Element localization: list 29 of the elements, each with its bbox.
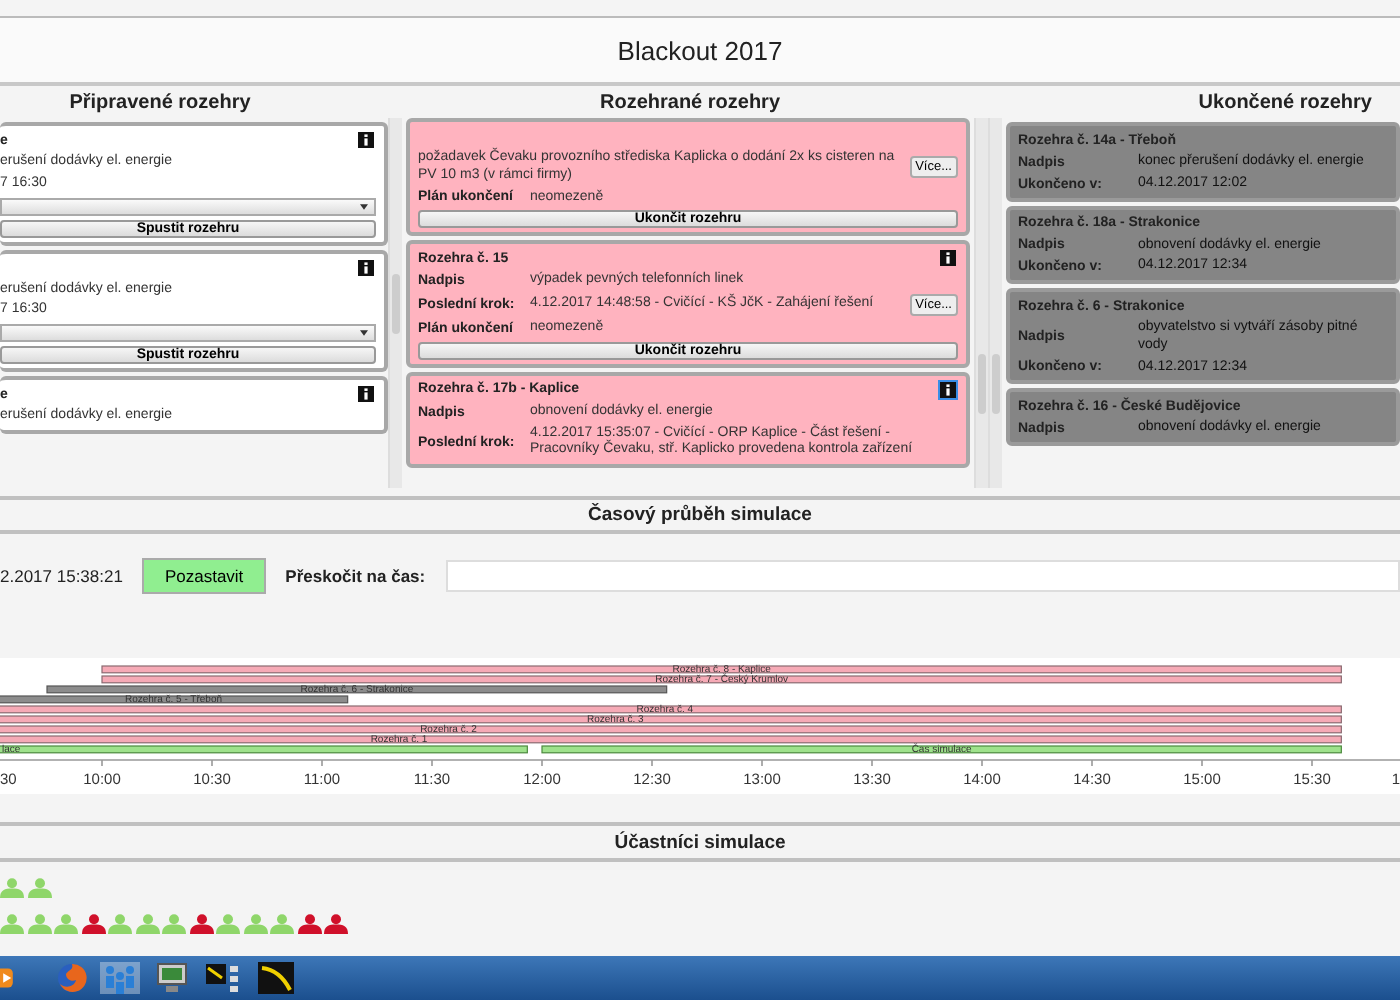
column-title: Rozehrané rozehry xyxy=(599,91,781,113)
jump-label: Přeskočit na čas: xyxy=(285,566,426,586)
window-title: Blackout 2017 xyxy=(617,35,783,65)
info-button[interactable] xyxy=(356,384,376,404)
info-button[interactable] xyxy=(938,248,958,269)
caret-icon xyxy=(360,203,368,209)
time-input-field[interactable] xyxy=(445,560,1400,592)
comet-icon[interactable] xyxy=(256,962,296,994)
info-icon xyxy=(940,381,956,398)
column-title: Připravené rozehry xyxy=(69,91,251,113)
info-button[interactable] xyxy=(938,379,958,400)
media-player-icon[interactable] xyxy=(0,962,16,994)
scrollbar[interactable] xyxy=(974,118,988,488)
scrollbar[interactable] xyxy=(988,118,1002,488)
column-title: Ukončené rozehry xyxy=(1198,91,1372,113)
info-icon xyxy=(358,386,374,402)
section-title: Účastníci simulace xyxy=(614,831,786,853)
info-icon xyxy=(358,132,374,148)
network-diagram-icon[interactable] xyxy=(204,962,244,994)
section-title: Časový průběh simulace xyxy=(588,504,812,526)
caret-icon xyxy=(360,330,368,336)
info-icon xyxy=(940,250,956,267)
info-button[interactable] xyxy=(356,130,376,150)
scrollbar[interactable] xyxy=(388,118,402,488)
info-icon xyxy=(358,259,374,275)
monitor-icon[interactable] xyxy=(152,962,192,994)
simulation-clock: 2.2017 15:38:21 xyxy=(0,566,123,586)
pause-button[interactable]: Pozastavit xyxy=(142,558,266,594)
info-button[interactable] xyxy=(356,257,376,277)
